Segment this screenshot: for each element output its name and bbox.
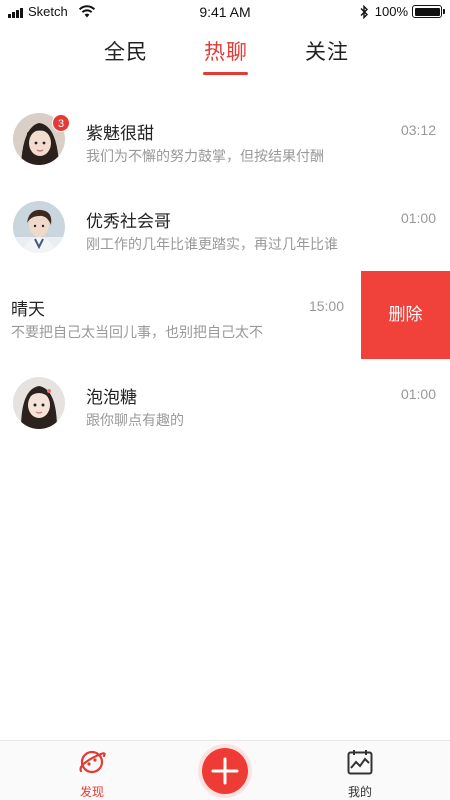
tab-hot-chat[interactable]: 热聊 [204, 36, 248, 66]
battery-fill [414, 7, 440, 16]
chat-preview: 我们为不懈的努力鼓掌，但按结果付酬 [86, 149, 324, 165]
battery-percent: 100% [374, 4, 408, 19]
calendar-chart-icon [347, 750, 373, 775]
wifi-icon [78, 5, 95, 18]
nav-mine-label: 我的 [347, 785, 372, 799]
battery-icon [412, 5, 445, 18]
chat-name: 优秀社会哥 [86, 212, 171, 232]
tab-follow[interactable]: 关注 [305, 36, 349, 66]
chat-row[interactable]: 3 紫魅很甜 03:12 我们为不懈的努力鼓掌，但按结果付酬 [0, 95, 450, 183]
status-right: 100% [359, 4, 445, 19]
chat-time: 01:00 [400, 386, 436, 402]
nav-discover[interactable]: 发现 [62, 747, 122, 800]
chat-time: 15:00 [308, 298, 344, 314]
add-button[interactable] [198, 744, 252, 798]
plus-icon [211, 757, 239, 785]
chat-time: 01:00 [400, 210, 436, 226]
status-bar: Sketch 9:41 AM 100% [0, 0, 450, 26]
top-tabs: 全民 热聊 关注 [0, 30, 450, 80]
active-tab-indicator [203, 72, 248, 75]
bluetooth-icon [360, 4, 368, 19]
chat-preview: 跟你聊点有趣的 [86, 413, 184, 429]
add-button-core [202, 748, 248, 794]
status-left: Sketch [8, 4, 96, 19]
chat-name: 紫魅很甜 [86, 124, 154, 144]
carrier-label: Sketch [28, 4, 68, 19]
chat-row-swiped[interactable]: 晴天 15:00 不要把自己太当回儿事，也别把自己太不 删除 [0, 271, 450, 359]
chat-name: 晴天 [11, 300, 45, 320]
chat-preview: 刚工作的几年比谁更踏实，再过几年比谁 [86, 237, 338, 253]
chat-time: 03:12 [400, 122, 436, 138]
signal-icon [8, 6, 24, 18]
chat-row[interactable]: 泡泡糖 01:00 跟你聊点有趣的 [0, 359, 450, 447]
unread-badge: 3 [52, 114, 70, 132]
tab-all[interactable]: 全民 [104, 36, 148, 66]
chat-row[interactable]: 优秀社会哥 01:00 刚工作的几年比谁更踏实，再过几年比谁 [0, 183, 450, 271]
delete-button[interactable]: 删除 [361, 271, 450, 359]
avatar [13, 201, 65, 253]
planet-icon [79, 750, 106, 774]
nav-mine[interactable]: 我的 [330, 747, 390, 800]
avatar [13, 377, 65, 429]
boy-avatar-image [13, 201, 65, 253]
chat-preview: 不要把自己太当回儿事，也别把自己太不 [11, 325, 263, 341]
chat-list: 3 紫魅很甜 03:12 我们为不懈的努力鼓掌，但按结果付酬 优秀社会哥 01:… [0, 95, 450, 447]
chat-name: 泡泡糖 [86, 388, 137, 408]
nav-discover-label: 发现 [79, 785, 104, 799]
girl-avatar-2-image [13, 377, 65, 429]
